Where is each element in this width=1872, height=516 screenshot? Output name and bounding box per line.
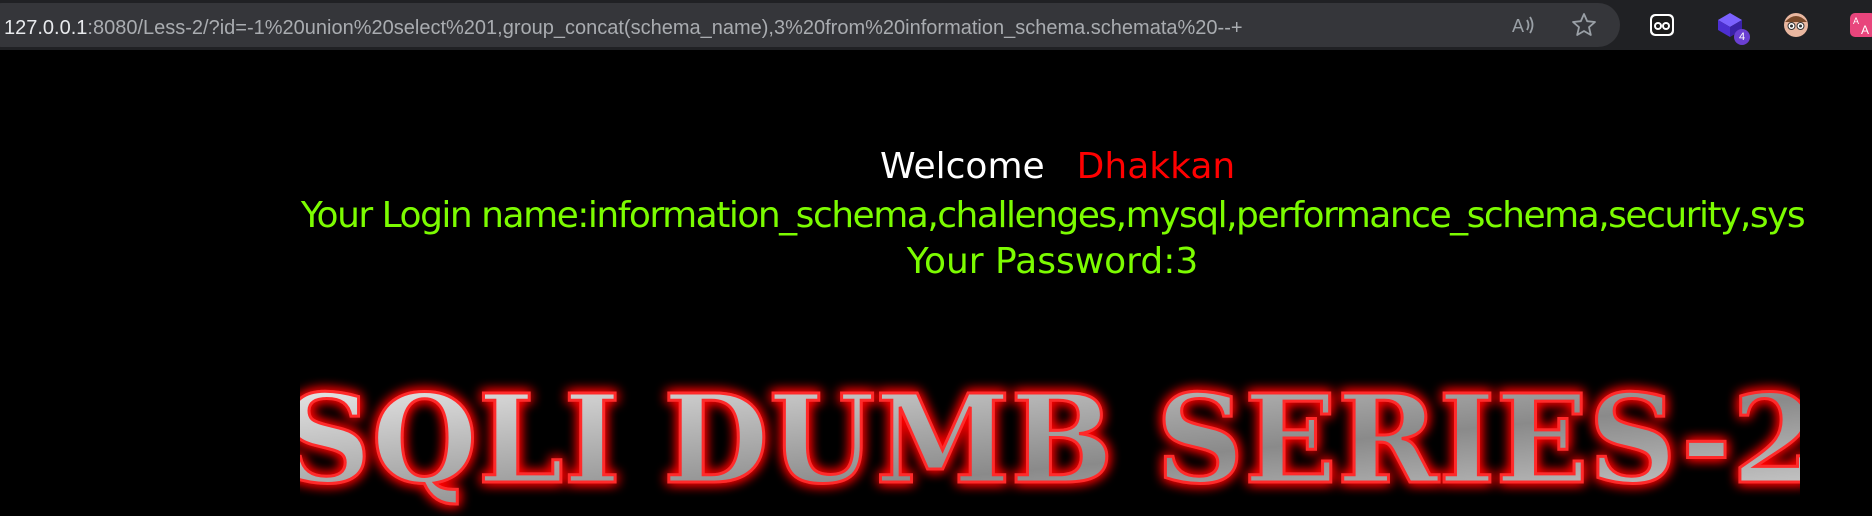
browser-toolbar: 127.0.0.1:8080/Less-2/?id=-1%20union%20s… (0, 0, 1872, 50)
banner-image: SQLI DUMB SERIES-2 (300, 370, 1800, 513)
password-line: Your Password:3 (906, 241, 1199, 282)
extension-icon[interactable]: 4 (1714, 9, 1750, 45)
welcome-line: Welcome Dhakkan (880, 142, 1235, 192)
extension-badge: 4 (1734, 29, 1750, 45)
welcome-text: Welcome (880, 146, 1045, 187)
read-aloud-icon[interactable]: A (1508, 9, 1540, 41)
url-path: :8080/Less-2/?id=-1%20union%20select%201… (87, 17, 1243, 39)
user-name: Dhakkan (1076, 146, 1236, 187)
page-content: Welcome Dhakkan Your Login name:informati… (0, 50, 1872, 516)
url-host: 127.0.0.1 (4, 17, 88, 39)
login-name-line: Your Login name:information_schema,chall… (300, 195, 1806, 236)
extension-icon[interactable] (1646, 9, 1678, 41)
extension-icon[interactable] (1780, 9, 1812, 41)
favorite-star-icon[interactable] (1568, 9, 1600, 41)
address-bar[interactable]: 127.0.0.1:8080/Less-2/?id=-1%20union%20s… (0, 3, 1620, 47)
address-url[interactable]: 127.0.0.1:8080/Less-2/?id=-1%20union%20s… (4, 3, 1243, 53)
banner-text: SQLI DUMB SERIES-2 (300, 370, 1800, 511)
svg-text:A: A (1512, 16, 1524, 36)
svg-text:A: A (1853, 16, 1859, 26)
translate-icon[interactable]: A A (1848, 9, 1872, 41)
svg-text:A: A (1861, 23, 1869, 37)
